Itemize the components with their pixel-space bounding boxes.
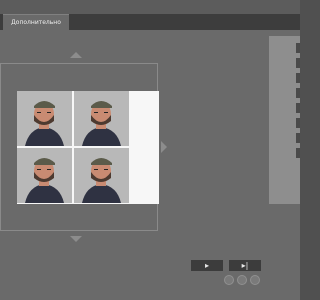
triangle-down-icon[interactable] (70, 236, 82, 242)
panel-option[interactable] (296, 103, 300, 113)
photo-tile[interactable] (74, 91, 129, 146)
panel-option[interactable] (296, 133, 300, 143)
panel-option[interactable] (296, 148, 300, 158)
panel-option[interactable] (296, 58, 300, 68)
play-button[interactable]: ▸ (191, 260, 223, 271)
next-button[interactable]: ▸| (229, 260, 261, 271)
refresh-icon[interactable] (237, 275, 247, 285)
triangle-right-icon[interactable] (161, 141, 167, 153)
triangle-up-icon[interactable] (70, 52, 82, 58)
panel-option[interactable] (296, 43, 300, 53)
photo-tile[interactable] (17, 148, 72, 203)
photo-tile[interactable] (17, 91, 72, 146)
tab-additional[interactable]: Дополнительно (3, 14, 69, 31)
rotate-right-icon[interactable] (250, 275, 260, 285)
photo-tile[interactable] (74, 148, 129, 203)
panel-option[interactable] (296, 88, 300, 98)
panel-option[interactable] (296, 73, 300, 83)
rotate-left-icon[interactable] (224, 275, 234, 285)
top-bar (0, 0, 300, 14)
panel-option[interactable] (296, 118, 300, 128)
right-panel (269, 36, 300, 204)
